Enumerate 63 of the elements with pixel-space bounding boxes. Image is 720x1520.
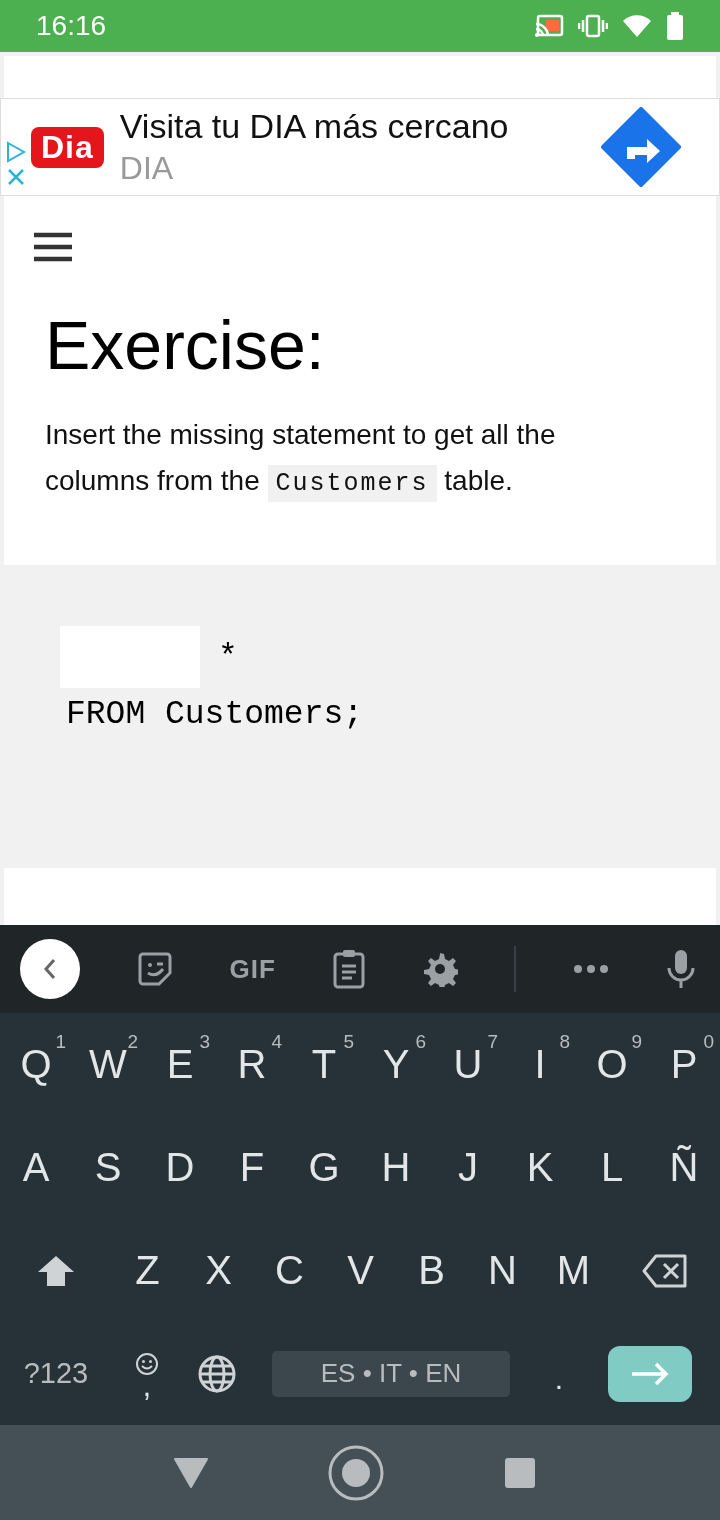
ad-advertiser: DIA xyxy=(119,150,175,187)
brand-logo: Dia xyxy=(31,126,104,168)
key[interactable]: P$^{0}$ xyxy=(648,1013,720,1116)
vibrate-icon xyxy=(578,14,608,38)
key[interactable]: Q$^{1}$ xyxy=(0,1013,72,1116)
space-key[interactable]: ES • IT • EN xyxy=(272,1350,510,1397)
back-icon[interactable] xyxy=(174,1457,208,1488)
key[interactable]: L xyxy=(576,1116,648,1219)
instruction-text: Insert the missing statement to get all the columns from the Customers table. xyxy=(45,412,635,507)
key[interactable]: S xyxy=(72,1116,144,1219)
directions-icon[interactable] xyxy=(601,107,681,187)
enter-key[interactable] xyxy=(608,1345,692,1402)
key[interactable]: A xyxy=(0,1116,72,1219)
key[interactable]: H xyxy=(360,1116,432,1219)
shift-arrow-icon xyxy=(37,1254,75,1287)
key[interactable]: D xyxy=(144,1116,216,1219)
wifi-icon xyxy=(622,14,652,38)
chevron-left-icon xyxy=(42,957,58,981)
smiley-icon xyxy=(135,1351,159,1376)
microphone-icon[interactable] xyxy=(665,949,696,989)
key[interactable]: N xyxy=(467,1219,538,1322)
sticker-icon[interactable] xyxy=(136,951,173,987)
ad-banner[interactable]: Dia Visita tu DIA más cercano DIA xyxy=(0,98,720,196)
backspace-icon xyxy=(642,1253,688,1288)
settings-icon[interactable] xyxy=(421,951,458,987)
status-time: 16:16 xyxy=(36,10,107,42)
key[interactable]: T $^{5}$ xyxy=(288,1013,360,1116)
key[interactable]: E$^{3}$ xyxy=(144,1013,216,1116)
symbols-key[interactable]: ?123 xyxy=(0,1322,112,1425)
key[interactable]: Ñ xyxy=(648,1116,720,1219)
globe-icon xyxy=(198,1354,236,1393)
ad-title: Visita tu DIA más cercano xyxy=(119,107,510,146)
key[interactable]: G xyxy=(288,1116,360,1219)
key[interactable]: I $^{8}$ xyxy=(504,1013,576,1116)
key[interactable]: U$^{7}$ xyxy=(432,1013,504,1116)
key[interactable]: Y$^{6}$ xyxy=(360,1013,432,1116)
period-key[interactable]: . xyxy=(524,1322,594,1425)
back-button[interactable] xyxy=(20,939,80,999)
key[interactable]: M xyxy=(538,1219,609,1322)
code-text: FROM Customers; xyxy=(66,696,365,733)
key[interactable]: X xyxy=(183,1219,254,1322)
recents-icon[interactable] xyxy=(504,1456,536,1489)
key[interactable]: C xyxy=(254,1219,325,1322)
menu-icon[interactable] xyxy=(34,232,72,262)
key[interactable]: W$^{2}$ xyxy=(72,1013,144,1116)
key[interactable]: J xyxy=(432,1116,504,1219)
key[interactable]: V xyxy=(325,1219,396,1322)
key[interactable]: B xyxy=(396,1219,467,1322)
key[interactable]: F xyxy=(216,1116,288,1219)
clipboard-icon[interactable] xyxy=(332,949,365,989)
arrow-right-icon xyxy=(630,1361,670,1386)
key[interactable]: R$^{4}$ xyxy=(216,1013,288,1116)
code-text: * xyxy=(218,638,238,676)
more-icon[interactable] xyxy=(573,964,610,974)
home-icon[interactable] xyxy=(328,1444,384,1501)
cast-icon xyxy=(534,14,564,38)
comma-key[interactable]: , xyxy=(112,1322,182,1425)
key[interactable]: K xyxy=(504,1116,576,1219)
key[interactable]: Z xyxy=(112,1219,183,1322)
exercise-heading: Exercise: xyxy=(45,306,326,384)
gif-button[interactable]: GIF xyxy=(229,953,276,985)
key[interactable]: O$^{9}$ xyxy=(576,1013,648,1116)
battery-icon xyxy=(666,12,684,40)
